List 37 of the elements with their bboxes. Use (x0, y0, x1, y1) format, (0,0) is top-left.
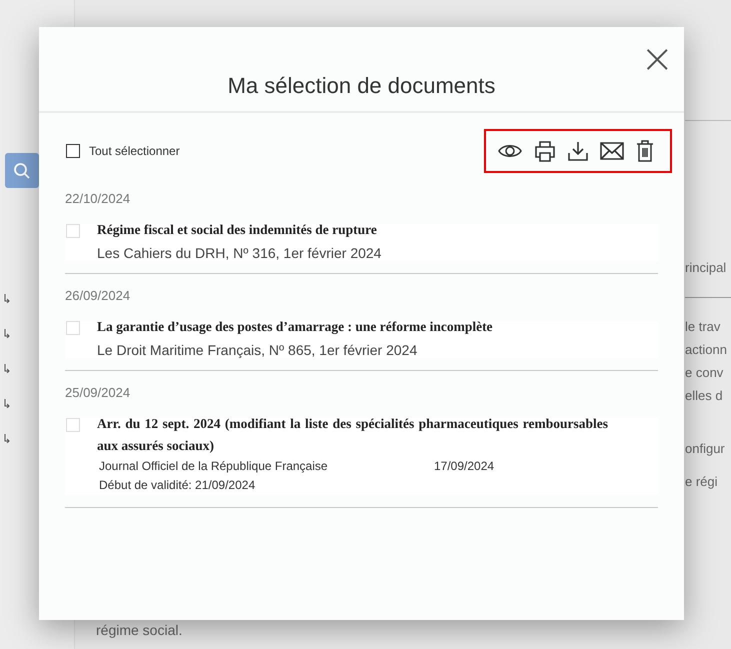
checkbox[interactable] (66, 418, 80, 432)
body-text: e conv (685, 364, 724, 382)
mail-icon[interactable] (600, 142, 624, 160)
arrow-icon[interactable] (4, 363, 10, 373)
document-title[interactable]: La garantie d’usage des postes d’amarrage : une réforme incomplète (97, 316, 608, 338)
tab-label[interactable]: rincipal (685, 251, 731, 298)
checkbox[interactable] (66, 224, 80, 238)
body-text: elles d (685, 387, 724, 405)
arrow-icon[interactable] (4, 328, 10, 338)
body-text: onfigur (685, 440, 726, 458)
checkbox[interactable] (66, 321, 80, 335)
body-text: le trav (685, 318, 722, 336)
body-text: régime social. (96, 622, 182, 638)
dialog-title: Ma sélection de documents (228, 73, 496, 99)
print-icon[interactable] (534, 140, 556, 162)
date-label: 26/09/2024 (65, 288, 132, 303)
document-source: Journal Officiel de la République Française (99, 458, 329, 475)
close-button[interactable]: × (640, 39, 674, 79)
select-all-checkbox[interactable]: Tout sélectionner (65, 144, 180, 158)
arrow-icon[interactable] (4, 398, 10, 408)
validity-date: Début de validité: 21/09/2024 (99, 477, 256, 494)
body-text: e régi (685, 473, 719, 491)
search-icon (13, 162, 31, 180)
trash-icon[interactable] (636, 140, 654, 162)
publication-date: 17/09/2024 (434, 458, 494, 475)
arrow-icon[interactable] (4, 433, 10, 443)
search-button[interactable] (5, 153, 39, 188)
document-source: Les Cahiers du DRH, Nº 316, 1er février 2024 (97, 245, 382, 261)
body-text: actionn (685, 341, 728, 359)
date-label: 22/10/2024 (65, 191, 132, 206)
eye-icon[interactable] (498, 142, 522, 160)
document-title[interactable]: Arr. du 12 sept. 2024 (modifiant la liste des spécialités pharmaceutiques remboursables aux assurés sociaux) (97, 413, 608, 457)
arrow-icon[interactable] (4, 293, 10, 303)
document-source: Le Droit Maritime Français, Nº 865, 1er février 2024 (97, 342, 418, 358)
download-icon[interactable] (568, 141, 588, 161)
document-title[interactable]: Régime fiscal et social des indemnités de rupture (97, 219, 608, 241)
date-label: 25/09/2024 (65, 385, 132, 400)
